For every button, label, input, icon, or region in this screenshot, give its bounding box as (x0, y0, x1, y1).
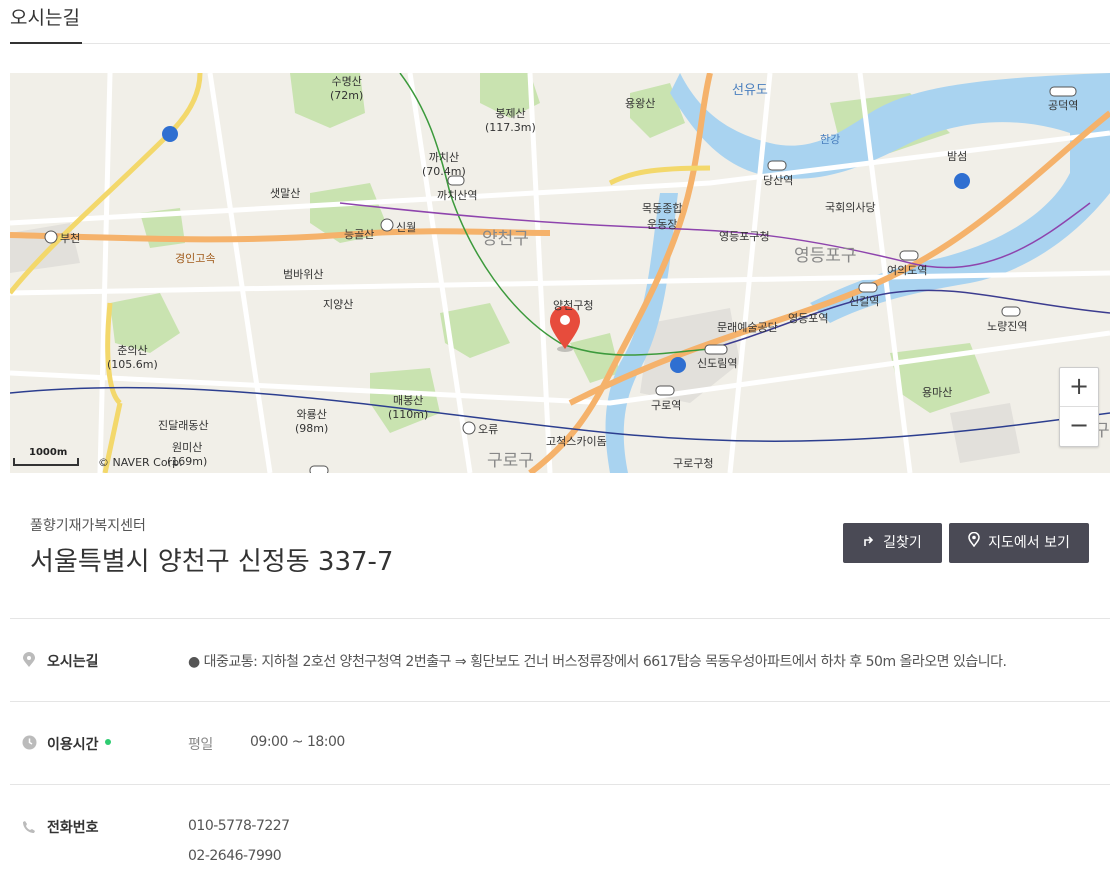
hours-row: 이용시간 평일 09:00 ~ 18:00 (10, 701, 1110, 785)
map-label-yongmasan: 용마산 (922, 386, 953, 399)
hours-time: 09:00 ~ 18:00 (250, 734, 345, 750)
map-label-gocheok-dome: 고척스카이돔 (546, 435, 607, 448)
tab-directions[interactable]: 오시는길 (10, 4, 82, 44)
map-label-kkachisan: 까치산 (70.4m) (422, 151, 466, 178)
map-label-susang: 수명산 (72m) (330, 75, 364, 102)
phone-number-2[interactable]: 02-2646-7990 (188, 848, 282, 864)
map-label-bongjesan: 봉제산 (117.3m) (485, 107, 536, 134)
map-label-oryu: 오류 (478, 423, 499, 436)
map-label-yeongdeungpo-gu: 영등포구 (794, 246, 857, 266)
map-view[interactable]: 수명산 (72m) 봉제산 (117.3m) 용왕산 선유도 공덕역 까치산 (… (10, 73, 1110, 473)
map-label-national-assembly: 국회의사당 (825, 201, 876, 214)
map-canvas (10, 73, 1110, 473)
view-map-button-label: 지도에서 보기 (988, 535, 1070, 551)
map-label-saetmalsan: 샛말산 (270, 187, 301, 200)
zoom-in-button[interactable]: + (1060, 368, 1098, 407)
map-label-gongdeok: 공덕역 (1048, 99, 1079, 112)
map-copyright: © NAVER Corp. (98, 456, 183, 469)
place-address: 서울특별시 양천구 신정동 337-7 (30, 547, 394, 577)
phone-title: 전화번호 (47, 820, 99, 836)
map-label-noryangjin: 노량진역 (987, 320, 1028, 333)
map-label-yangcheon-gucheong: 양천구청 (553, 299, 594, 312)
map-label-kkachisan-station: 까치산역 (437, 189, 478, 202)
map-label-yongwangsan: 용왕산 (625, 97, 656, 110)
location-pin-icon (22, 652, 36, 667)
map-label-jindallae: 진달래동산 (158, 419, 209, 432)
map-label-neunggolsan: 능골산 (344, 228, 375, 241)
map-label-singil: 신길역 (849, 295, 880, 308)
map-label-guro-gu: 구로구 (487, 451, 534, 471)
phone-row: 전화번호 010-5778-7227 02-2646-7990 (10, 784, 1110, 870)
zoom-out-button[interactable]: − (1060, 407, 1098, 445)
map-label-mokdong-stadium: 목동종합 운동장 (642, 202, 683, 231)
map-label-dangsan: 당산역 (763, 174, 794, 187)
map-label-mullae-art: 문래예술공단 (717, 321, 778, 334)
map-label-sindorim: 신도림역 (697, 357, 738, 370)
map-label-bumbawisan: 범바위산 (283, 268, 324, 281)
map-label-yangcheon-gu: 양천구 (482, 229, 529, 249)
map-label-jiyangsan: 지양산 (323, 298, 354, 311)
phone-icon (22, 819, 36, 833)
scale-label: 1000m (29, 447, 68, 458)
scale-bar (13, 458, 79, 466)
map-label-sinwol: 신월 (396, 221, 417, 234)
map-label-yeongdeungpo-station: 영등포역 (788, 312, 829, 325)
map-label-chunuisan: 춘의산 (105.6m) (107, 344, 158, 371)
map-label-bucheon: 부천 (60, 232, 81, 245)
map-label-yeouido: 여의도역 (887, 264, 928, 277)
directions-title: 오시는길 (47, 654, 99, 670)
map-label-waryongsan: 와룡산 (98m) (295, 408, 329, 435)
view-map-button[interactable]: 지도에서 보기 (949, 523, 1089, 563)
directions-text: ● 대중교통: 지하철 2호선 양천구청역 2번출구 ⇒ 횡단보도 건너 버스정… (188, 654, 1007, 670)
map-label-yeongdeungpo-gucheong: 영등포구청 (719, 230, 770, 243)
map-label-gyeongin: 경인고속 (175, 252, 216, 265)
location-pin-icon (968, 523, 980, 563)
directions-button[interactable]: 길찾기 (843, 523, 942, 563)
hours-title: 이용시간 (47, 734, 111, 754)
turn-arrow-icon (863, 523, 875, 563)
map-label-guro-station: 구로역 (651, 399, 682, 412)
map-label-maebongsan: 매봉산 (110m) (388, 394, 429, 421)
map-label-bamseom: 밤섬 (947, 150, 968, 163)
map-label-seonyudo: 선유도 (732, 83, 768, 98)
directions-button-label: 길찾기 (883, 535, 922, 551)
hours-title-label: 이용시간 (47, 737, 99, 753)
directions-row: 오시는길 ● 대중교통: 지하철 2호선 양천구청역 2번출구 ⇒ 횡단보도 건… (10, 618, 1110, 702)
phone-number-1[interactable]: 010-5778-7227 (188, 818, 290, 834)
place-category: 풀향기재가복지센터 (30, 518, 146, 534)
zoom-control: + − (1059, 367, 1099, 447)
open-status-dot (104, 739, 111, 745)
map-label-hangang: 한강 (820, 133, 841, 146)
hours-day: 평일 (188, 737, 213, 753)
map-label-guro-gucheong: 구로구청 (673, 457, 714, 470)
clock-icon (22, 735, 37, 750)
tab-bar: 오시는길 (10, 0, 1110, 44)
